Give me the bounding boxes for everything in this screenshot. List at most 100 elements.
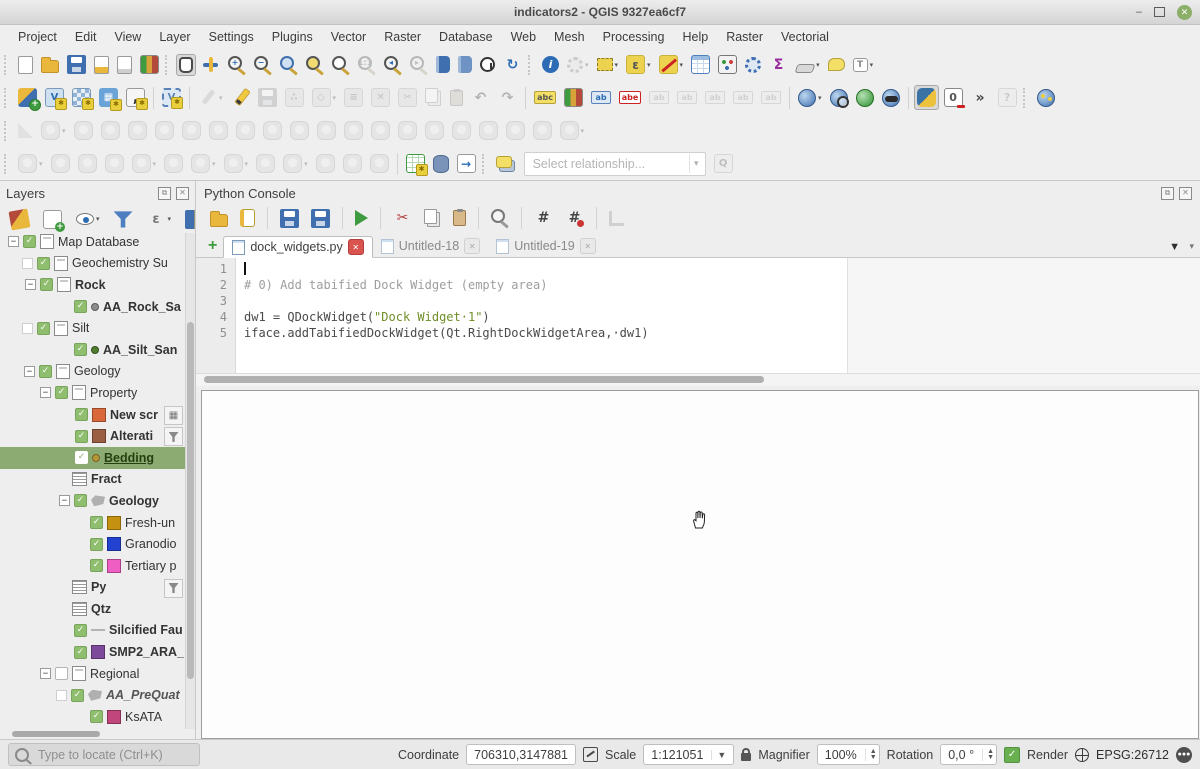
magnifier-spinner[interactable]: 100% ▲▼ — [817, 744, 880, 765]
menu-raster[interactable]: Raster — [718, 28, 771, 46]
toolbar-extension-button[interactable]: » — [968, 85, 993, 110]
layer-item-map-database[interactable]: −✓Map Database — [0, 231, 186, 253]
search-geodata-button[interactable] — [827, 86, 851, 110]
menu-mesh[interactable]: Mesh — [546, 28, 593, 46]
layer-item-granodio[interactable]: ✓Granodio — [0, 533, 186, 555]
open-project-button[interactable] — [38, 53, 62, 76]
layer-item-fract[interactable]: Fract — [0, 469, 186, 491]
open-in-external-editor-button[interactable] — [237, 206, 258, 230]
processing-toolbox-button[interactable] — [742, 54, 764, 76]
tab-list-icon[interactable]: ▼ — [1169, 241, 1180, 253]
expander-icon[interactable]: − — [24, 366, 35, 377]
pan-map-button[interactable] — [176, 54, 196, 76]
open-data-source-manager-button[interactable] — [15, 85, 40, 110]
layer-checkbox[interactable]: ✓ — [71, 689, 84, 702]
expander-icon[interactable]: − — [25, 279, 36, 290]
layer-item-geology[interactable]: −✓Geology — [0, 490, 186, 512]
pin-labels-button[interactable]: ab — [588, 88, 614, 107]
maximize-icon[interactable] — [1154, 7, 1165, 17]
layer-checkbox[interactable]: ✓ — [74, 494, 87, 507]
osm-place-search-button[interactable] — [879, 86, 903, 110]
lock-scale-icon[interactable] — [741, 753, 751, 761]
layer-checkbox[interactable]: ✓ — [37, 257, 50, 270]
new-tab-button[interactable]: + — [202, 237, 223, 257]
menu-vector[interactable]: Vector — [323, 28, 374, 46]
expander-icon[interactable] — [56, 690, 67, 701]
menu-settings[interactable]: Settings — [201, 28, 262, 46]
filter-legend-button[interactable] — [111, 207, 136, 232]
zoom-full-extent-button[interactable] — [277, 53, 301, 77]
layer-checkbox[interactable]: ✓ — [23, 235, 36, 248]
layer-item-fresh-un[interactable]: ✓Fresh-un — [0, 512, 186, 534]
layer-item-silcified-fau[interactable]: ✓Silcified Fau — [0, 620, 186, 642]
menu-database[interactable]: Database — [431, 28, 501, 46]
globe-pins-plugin-button[interactable] — [1034, 86, 1058, 110]
memory-indicator-icon[interactable] — [164, 406, 183, 425]
map-tips-button[interactable] — [825, 55, 848, 74]
code-editor[interactable]: 12345 # 0) Add tabified Dock Widget (emp… — [196, 258, 1200, 373]
layers-horizontal-scrollbar[interactable] — [2, 730, 185, 738]
metasearch-button[interactable]: ▾ — [795, 86, 825, 110]
menu-layer[interactable]: Layer — [151, 28, 198, 46]
menu-vectorial[interactable]: Vectorial — [773, 28, 837, 46]
add-vector-layer-button[interactable]: V — [42, 85, 67, 110]
menu-plugins[interactable]: Plugins — [264, 28, 321, 46]
layer-checkbox[interactable]: ✓ — [74, 646, 87, 659]
layer-diagram-button[interactable] — [561, 85, 586, 110]
zoom-to-selection-button[interactable] — [303, 53, 327, 77]
layer-item-property[interactable]: −✓Property — [0, 382, 186, 404]
layer-checkbox[interactable]: ✓ — [90, 559, 103, 572]
layer-checkbox[interactable]: ✓ — [75, 451, 88, 464]
layer-item-geology[interactable]: −✓Geology — [0, 361, 186, 383]
code-area[interactable]: # 0) Add tabified Dock Widget (empty are… — [236, 258, 1200, 373]
zoom-to-layer-button[interactable] — [329, 53, 353, 77]
quickmapservices-button[interactable] — [853, 86, 877, 110]
paste-button[interactable] — [450, 207, 469, 229]
layer-item-bedding[interactable]: ✓Bedding — [0, 447, 186, 469]
layer-item-alterati[interactable]: ✓Alterati — [0, 425, 186, 447]
close-icon[interactable]: ✕ — [1177, 5, 1192, 20]
uncomment-button[interactable]: # — [562, 206, 587, 231]
highlight-unplaced-labels-button[interactable]: abe — [616, 88, 644, 107]
text-annotation-button[interactable]: T▾ — [850, 55, 877, 75]
layer-checkbox[interactable]: ✓ — [55, 386, 68, 399]
save-project-button[interactable] — [64, 52, 89, 77]
open-script-button[interactable] — [207, 207, 231, 230]
crs-globe-icon[interactable] — [1075, 748, 1089, 762]
layer-checkbox[interactable]: ✓ — [90, 710, 103, 723]
layer-item-regional[interactable]: −Regional — [0, 663, 186, 685]
log-messages-icon[interactable]: ●●● — [1176, 747, 1192, 763]
layer-item-aa-silt-san[interactable]: ✓AA_Silt_San — [0, 339, 186, 361]
coordinate-value[interactable]: 706310,3147881 — [466, 744, 576, 765]
layer-checkbox[interactable]: ✓ — [40, 278, 53, 291]
float-panel-icon[interactable]: ⧉ — [1161, 187, 1174, 200]
tab-close-icon[interactable]: ✕ — [464, 238, 480, 254]
new-virtual-layer-button[interactable]: V — [159, 85, 184, 110]
show-layout-manager-button[interactable] — [114, 53, 135, 77]
filter-by-expression-button[interactable]: ε▾ — [144, 207, 175, 232]
layer-item-py[interactable]: Py — [0, 577, 186, 599]
epsg-status[interactable]: EPSG:26712 — [1096, 748, 1169, 762]
refresh-map-button[interactable]: ↻ — [500, 52, 525, 77]
db-manager-button[interactable] — [430, 152, 452, 176]
statistics-panel-button[interactable] — [715, 52, 740, 77]
pan-to-selection-button[interactable] — [198, 52, 223, 77]
cut-button[interactable]: ✂ — [390, 206, 415, 231]
expand-collapse-all-button[interactable] — [182, 207, 196, 232]
map-canvas[interactable] — [201, 390, 1199, 739]
menu-project[interactable]: Project — [10, 28, 65, 46]
layer-item-silt[interactable]: ✓Silt — [0, 317, 186, 339]
select-features-button[interactable]: ▾ — [594, 55, 622, 74]
open-attribute-table-button[interactable] — [688, 52, 713, 77]
tab-close-icon[interactable]: ✕ — [348, 239, 364, 255]
add-group-button[interactable] — [40, 207, 65, 232]
temporal-controller-button[interactable] — [477, 54, 498, 75]
editor-horizontal-scrollbar[interactable] — [196, 373, 1200, 386]
new-spatial-bookmark-button[interactable] — [433, 53, 453, 76]
select-by-expression-button[interactable]: ε▾ — [623, 52, 654, 77]
menu-help[interactable]: Help — [674, 28, 716, 46]
scale-select[interactable]: 1:121051 ▼ — [643, 744, 734, 765]
layer-labeling-button[interactable]: abc — [531, 88, 559, 107]
layer-item-tertiary-p[interactable]: ✓Tertiary p — [0, 555, 186, 577]
copy-button[interactable] — [421, 206, 444, 231]
